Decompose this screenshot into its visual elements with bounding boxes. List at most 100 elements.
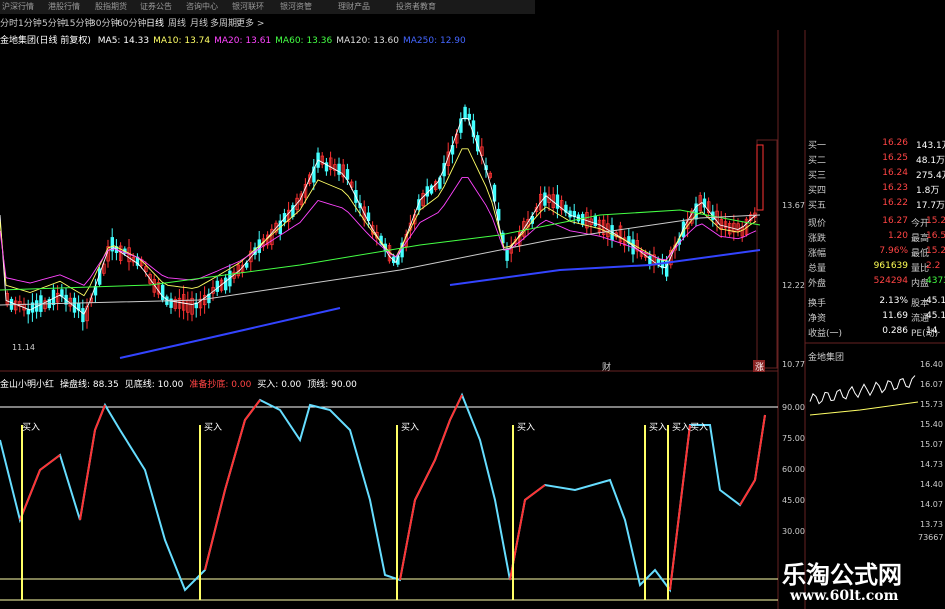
quote-row: 买三 16.24 275.4万 [808,168,945,183]
indicator-legend-item: 操盘线: 88.35 [60,380,119,390]
ma5-line [0,117,757,315]
period-tab-4[interactable]: 30分钟 [90,16,119,29]
menu-item-0[interactable]: 沪深行情 [2,1,34,12]
quote-label: 现价 [808,219,827,229]
mini-volume-label: 73667 [918,533,943,542]
price-axis-label: 10.77 [782,360,805,369]
quote-value-2: 1.8万 [916,186,940,196]
candle-body [543,192,547,206]
price-axis-label: 12.22 [782,281,805,290]
menu-item-6[interactable]: 银河资管 [280,1,312,12]
buy-label: 买入 [517,422,535,433]
quote-value: 2.13% [879,296,908,306]
ma20-line [0,177,757,286]
quote-value: 1.20 [887,231,908,241]
marker-zhang: 涨 [755,362,764,373]
period-tab-10[interactable]: 更多 > [236,16,264,29]
indicator-axis-label: 90.00 [782,403,805,412]
watermark-url: www.60lt.com [790,588,899,604]
indicator-axis-label: 45.00 [782,496,805,505]
ma-legend-item: MA5: 14.33 [97,36,150,46]
quote-value-2: 15.2 [926,216,945,226]
quote-row: 净资 11.69 流通 45.1 [808,311,945,326]
quote-value-2: 45.1 [926,311,945,321]
quote-value: 961639 [873,261,908,271]
candle-body [463,106,467,120]
period-toolbar: 分时 1分钟 5分钟 15分钟 30分钟 60分钟 日线 周线 月线 多周期 更多 > [0,14,535,29]
menu-item-7[interactable]: 理财产品 [338,1,370,12]
ma-legend-item: MA120: 13.60 [336,36,399,46]
marker-cai: 财 [602,361,611,373]
quote-row: 现价 16.27 今开 15.2 [808,216,945,231]
indicator-rise-segment [739,414,766,506]
price-axis-label: 13.67 [782,201,805,210]
quote-value-2: 15.2 [926,246,945,256]
quote-row: 收益(一) 0.286 PE(动) 14. [808,326,945,341]
indicator-legend-item: 买入: 0.00 [257,380,302,390]
menu-item-5[interactable]: 银河联环 [232,1,264,12]
indicator-rise-segment [669,424,691,591]
quote-value-2: 17.7万 [916,201,945,211]
period-tab-6[interactable]: 日线 [146,16,164,29]
period-tab-5[interactable]: 60分钟 [117,16,146,29]
quote-row: 总量 961639 量比 2.2 [808,261,945,276]
right-strip [756,139,778,369]
quote-value: 16.22 [882,198,908,208]
indicator-rise-segment [79,404,106,521]
quote-label: 外盘 [808,279,827,289]
quote-label: 换手 [808,299,827,309]
quote-row: 买五 16.22 17.7万 [808,198,945,213]
mini-avg-line [809,401,919,416]
menu-item-4[interactable]: 咨询中心 [186,1,218,12]
indicator-legend: 金山小明小红 操盘线: 88.35 见底线: 10.00 准备抄底: 0.00 买入: … [0,377,363,390]
period-tab-0[interactable]: 分时 [0,16,18,29]
quote-label: 净资 [808,314,827,324]
candle-body [345,169,350,180]
quote-value: 11.69 [882,311,908,321]
buy-label: 买入 [22,422,40,433]
candle-body [215,280,219,292]
indicator-axis-label: 30.00 [782,527,805,536]
candle-body [756,144,764,211]
candle-body [81,308,85,323]
ma-legend-item: MA10: 13.74 [153,36,211,46]
quote-row: 买一 16.26 143.1万 [808,138,945,153]
buy-label: 买入 [672,422,690,433]
ma-legend: 金地集团(日线 前复权) MA5: 14.33 MA10: 13.74 MA20: … [0,33,470,46]
menu-item-3[interactable]: 证券公告 [140,1,172,12]
quote-label: 买五 [808,201,827,211]
quote-row: 买二 16.25 48.1万 [808,153,945,168]
period-tab-8[interactable]: 月线 [190,16,208,29]
mini-axis-label: 15.07 [920,440,943,449]
buy-label: 买入 [401,422,419,433]
mini-axis-label: 15.40 [920,420,943,429]
period-tab-1[interactable]: 1分钟 [18,16,42,29]
chart-canvas[interactable]: 13.67 12.22 10.77 90.00 75.00 60.00 45.00 30.00… [0,0,945,609]
menu-item-1[interactable]: 港股行情 [48,1,80,12]
mini-axis-label: 16.40 [920,360,943,369]
menu-item-8[interactable]: 投资者教育 [396,1,436,12]
quote-value: 16.27 [882,216,908,226]
ma-legend-item: MA60: 13.36 [275,36,333,46]
quote-value: 524294 [873,276,908,286]
mini-axis-label: 13.73 [920,520,943,529]
quote-value-2: 275.4万 [916,171,945,181]
menu-item-2[interactable]: 股指期货 [95,1,127,12]
quote-label: 涨幅 [808,249,827,259]
candle-body [648,255,652,265]
mini-price-line [809,375,916,405]
quote-label: 涨跌 [808,234,827,244]
mini-axis-label: 14.73 [920,460,943,469]
quote-label: 买二 [808,156,827,166]
mini-axis-label: 14.40 [920,480,943,489]
ma-legend-item: MA20: 13.61 [214,36,272,46]
quote-value: 16.23 [882,183,908,193]
buy-label: 买入 [204,422,222,433]
period-tab-2[interactable]: 5分钟 [42,16,66,29]
quote-row: 涨幅 7.96% 最低 15.2 [808,246,945,261]
period-tab-9[interactable]: 多周期 [210,16,237,29]
quote-label: 买三 [808,171,827,181]
period-tab-7[interactable]: 周线 [168,16,186,29]
indicator-legend-item: 准备抄底: 0.00 [189,380,252,390]
indicator-legend-item: 顶线: 90.00 [307,380,357,390]
